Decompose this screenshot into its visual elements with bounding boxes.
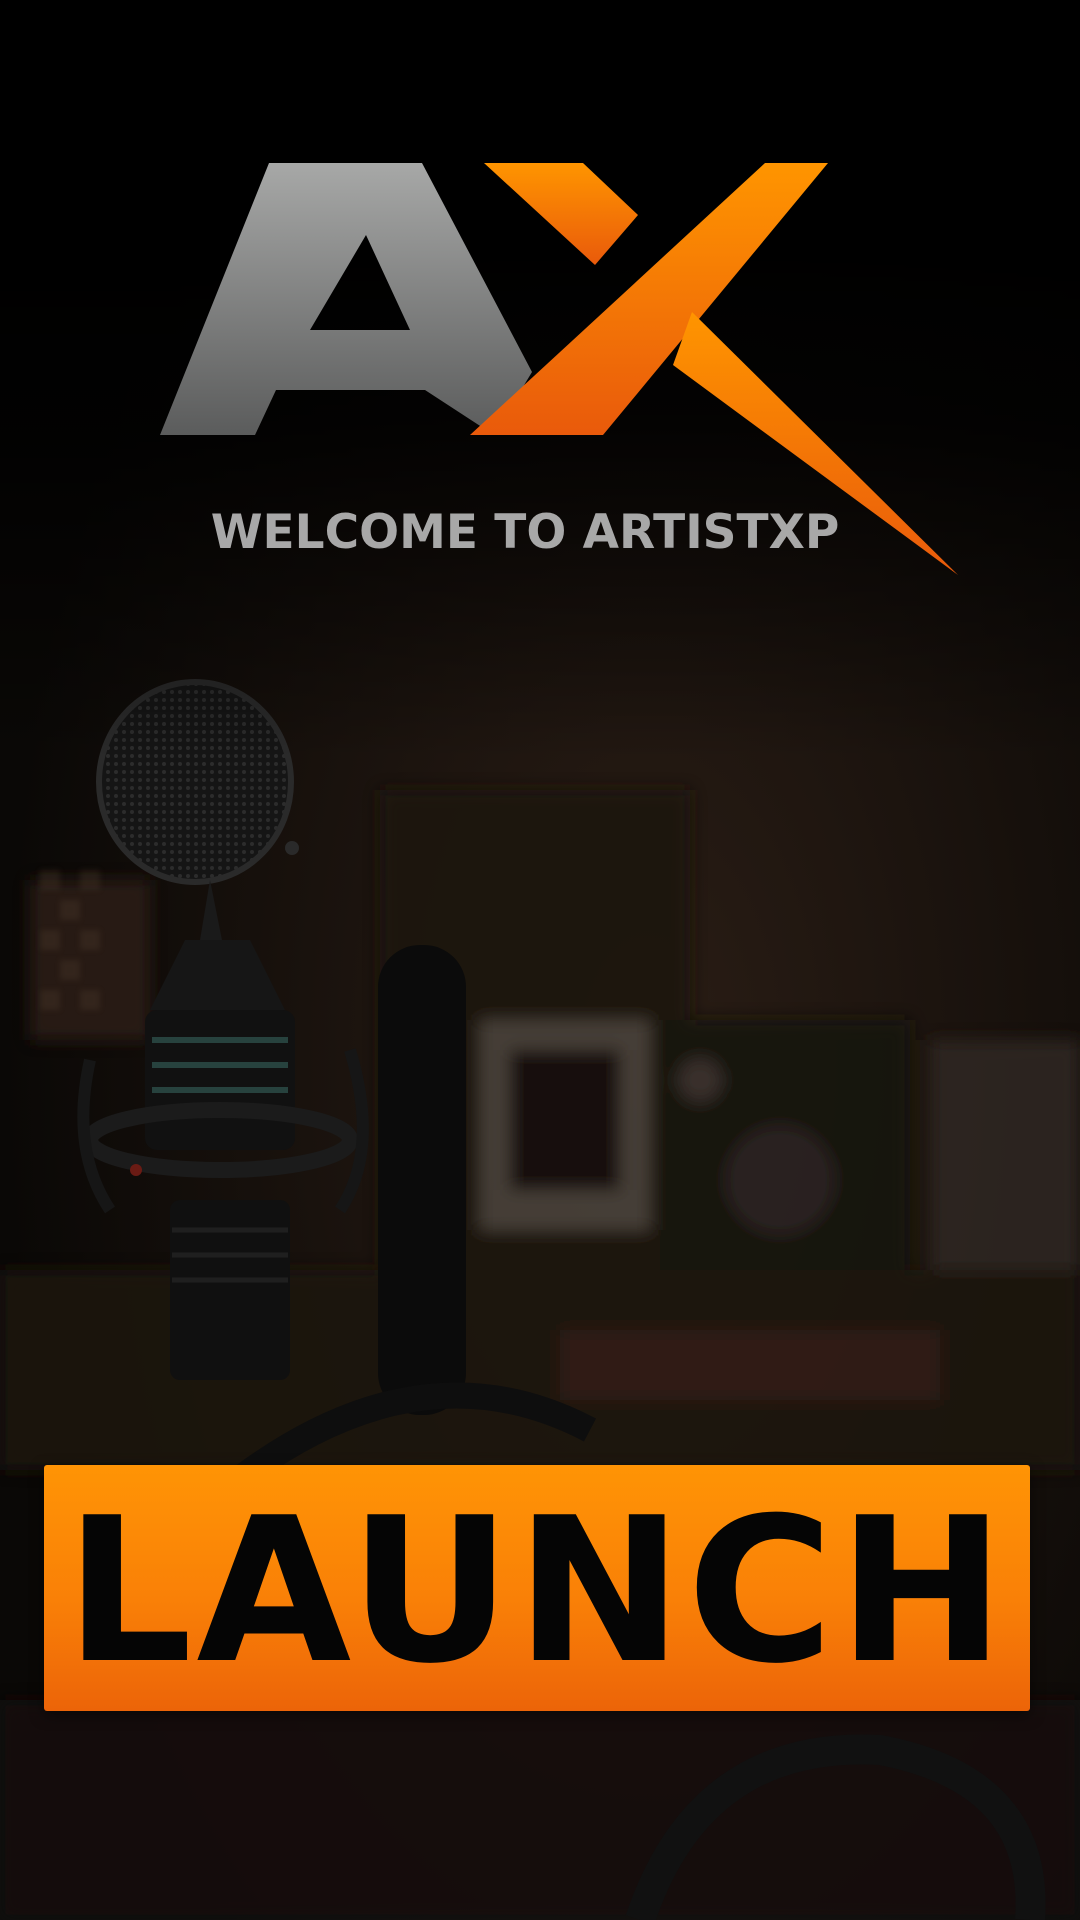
launch-button-label: LAUNCH: [64, 1475, 1010, 1708]
launch-screen: WELCOME TO ARTISTXP LAUNCH: [0, 0, 1080, 1920]
welcome-text: WELCOME TO ARTISTXP: [210, 505, 840, 560]
launch-button[interactable]: LAUNCH: [44, 1465, 1030, 1711]
